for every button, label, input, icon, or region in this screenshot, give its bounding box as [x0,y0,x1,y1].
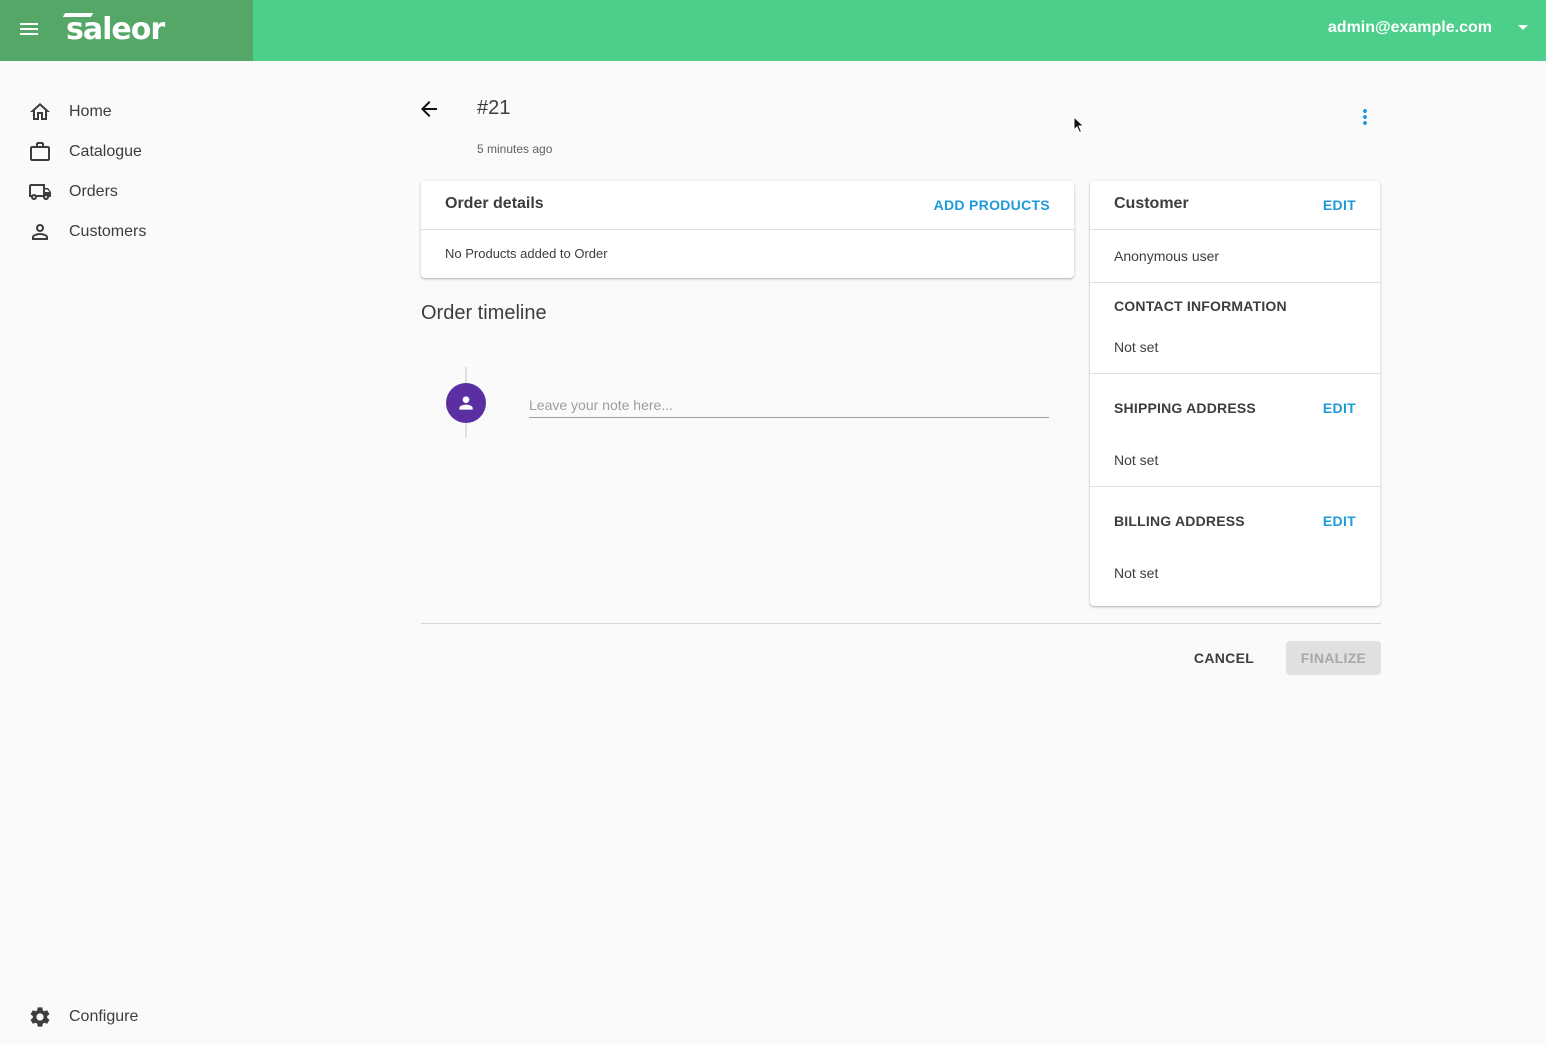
note-input[interactable] [529,392,1049,418]
page-subtitle: 5 minutes ago [477,142,553,156]
sidebar-item-configure[interactable]: Configure [28,1002,138,1032]
page-title: #21 [477,97,511,119]
sidebar-item-label: Home [69,103,112,120]
truck-icon [29,184,51,200]
divider [1090,373,1380,374]
sidebar-item-label: Configure [69,1008,139,1025]
edit-customer-button[interactable]: EDIT [1323,197,1356,213]
finalize-button[interactable]: FINALIZE [1286,641,1381,675]
arrow-back-icon[interactable] [417,97,441,121]
menu-icon[interactable] [18,20,40,40]
cancel-button[interactable]: CANCEL [1180,641,1268,675]
add-products-button[interactable]: ADD PRODUCTS [934,197,1050,213]
briefcase-icon [30,142,50,161]
divider [1090,282,1380,283]
divider [1090,486,1380,487]
user-email[interactable]: admin@example.com [1328,19,1492,37]
customer-title: Customer [1114,195,1189,212]
contact-info-title: CONTACT INFORMATION [1114,298,1287,314]
sidebar-item-label: Orders [69,183,118,200]
person-icon [32,224,48,240]
brand-logo[interactable]: saleor [66,12,165,52]
sidebar-item-orders[interactable]: Orders [28,177,118,207]
order-details-title: Order details [445,195,544,212]
more-vert-icon[interactable] [1353,105,1377,129]
timeline-heading: Order timeline [421,302,547,324]
contact-info-value: Not set [1114,339,1159,355]
empty-order-text: No Products added to Order [445,246,608,261]
sidebar-item-home[interactable]: Home [28,97,112,127]
divider [421,229,1074,230]
edit-billing-button[interactable]: EDIT [1323,513,1356,529]
billing-address-title: BILLING ADDRESS [1114,513,1245,529]
sidebar-item-customers[interactable]: Customers [28,217,146,247]
sidebar-item-label: Catalogue [69,143,142,160]
person-icon [459,396,473,410]
footer-divider [421,623,1381,624]
avatar [446,383,486,423]
billing-address-value: Not set [1114,565,1159,581]
shipping-address-value: Not set [1114,452,1159,468]
top-bar: saleor admin@example.com [0,0,1546,61]
customer-card: Customer EDIT Anonymous user CONTACT INF… [1090,181,1380,606]
sidebar-item-label: Customers [69,223,147,240]
edit-shipping-button[interactable]: EDIT [1323,400,1356,416]
order-details-card: Order details ADD PRODUCTS No Products a… [421,181,1074,278]
chevron-down-icon[interactable] [1518,25,1528,30]
divider [1090,229,1380,230]
sidebar-item-catalogue[interactable]: Catalogue [28,137,142,167]
customer-name: Anonymous user [1114,248,1220,264]
home-icon [30,103,50,120]
gear-icon [30,1007,50,1027]
brand-area: saleor [0,0,253,61]
shipping-address-title: SHIPPING ADDRESS [1114,400,1256,416]
cursor-icon [1073,116,1085,134]
